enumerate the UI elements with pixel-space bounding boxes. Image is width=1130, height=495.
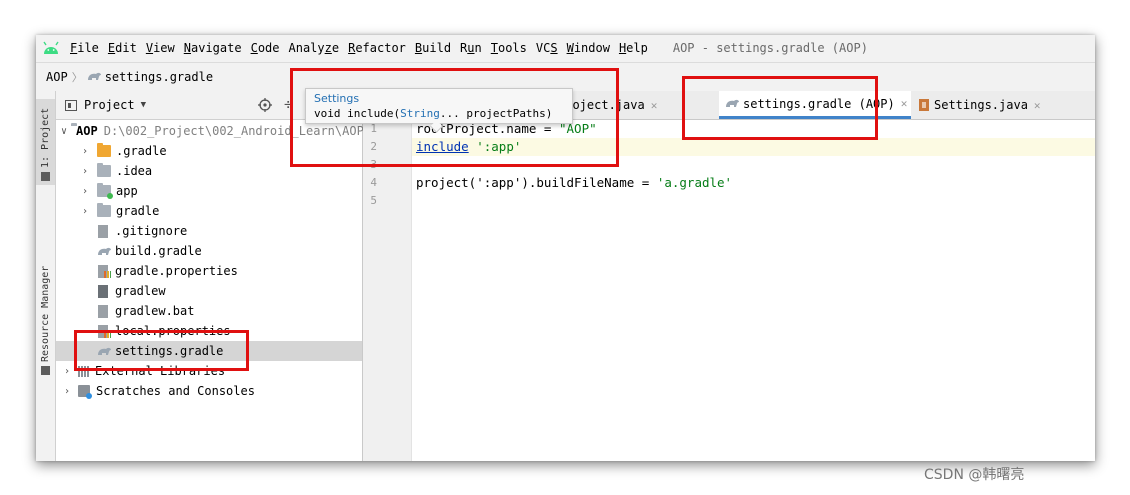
- menu-build[interactable]: Build: [415, 41, 451, 55]
- tree-item-scratches[interactable]: › Scratches and Consoles: [56, 381, 362, 401]
- tree-item-gradle-properties[interactable]: gradle.properties: [56, 261, 362, 281]
- menu-edit[interactable]: Edit: [108, 41, 137, 55]
- gitignore-file-icon: [98, 224, 108, 238]
- chevron-right-icon[interactable]: ›: [79, 206, 91, 217]
- code-text-area[interactable]: rootProject.name = "AOP" include ':app' …: [412, 120, 1095, 461]
- project-view-selector[interactable]: Project: [84, 98, 135, 112]
- breadcrumb-project[interactable]: AOP: [46, 70, 68, 84]
- line-number-gutter: 1 2 3 4 5: [363, 120, 412, 461]
- chevron-right-icon[interactable]: ›: [79, 146, 91, 157]
- menu-help[interactable]: Help: [619, 41, 648, 55]
- android-studio-icon: [43, 41, 59, 54]
- gradle-file-icon: [98, 247, 111, 255]
- menu-analyze[interactable]: Analyze: [289, 41, 340, 55]
- breadcrumb-file-label: settings.gradle: [104, 70, 214, 84]
- chevron-right-icon[interactable]: ›: [79, 166, 91, 177]
- menu-refactor[interactable]: Refactor: [348, 41, 406, 55]
- scratches-icon: [78, 385, 92, 399]
- tree-item-label: .idea: [116, 164, 153, 178]
- resource-manager-label: Resource Manager: [40, 265, 51, 362]
- folder-orange-icon: [97, 143, 111, 157]
- highlight-box-active-tab: [682, 76, 878, 140]
- close-icon[interactable]: ✕: [651, 99, 658, 112]
- folder-icon: [97, 163, 111, 177]
- chevron-right-icon[interactable]: ›: [61, 366, 73, 377]
- menu-vcs[interactable]: VCS: [536, 41, 558, 55]
- tree-item-gradle[interactable]: › gradle: [56, 201, 362, 221]
- locate-file-icon[interactable]: [258, 98, 272, 112]
- close-icon[interactable]: ✕: [901, 97, 908, 110]
- shell-file-icon: [98, 284, 108, 298]
- line-number: 5: [370, 194, 377, 207]
- android-module-icon: [97, 183, 113, 199]
- project-tool-tab[interactable]: 1: Project: [36, 99, 55, 185]
- highlight-box-tooltip: [290, 68, 619, 167]
- tree-item-app[interactable]: › app: [56, 181, 362, 201]
- watermark: CSDN @韩曙亮: [924, 467, 1025, 483]
- menu-tools[interactable]: Tools: [491, 41, 527, 55]
- tree-item-label: gradlew.bat: [115, 304, 195, 318]
- tree-item-gradlew[interactable]: gradlew: [56, 281, 362, 301]
- gradle-file-icon: [87, 72, 101, 80]
- highlight-box-settings-gradle: [74, 330, 249, 371]
- tree-item-gitignore[interactable]: .gitignore: [56, 221, 362, 241]
- properties-file-icon: [98, 264, 111, 278]
- tree-item-label: gradlew: [115, 284, 166, 298]
- menu-file[interactable]: File: [70, 41, 99, 55]
- tree-item-label: gradle: [116, 204, 160, 218]
- close-icon[interactable]: ✕: [1034, 99, 1041, 112]
- tree-item-gradlew-bat[interactable]: gradlew.bat: [56, 301, 362, 321]
- folder-icon: [97, 203, 111, 217]
- tree-item-label: AOP: [76, 124, 98, 138]
- resource-manager-icon: [41, 366, 50, 375]
- java-file-icon: [919, 99, 929, 111]
- tab-label: Settings.java: [934, 98, 1028, 112]
- tab-settings-java[interactable]: Settings.java ✕: [919, 91, 1041, 119]
- line-number: 4: [370, 176, 377, 189]
- project-tab-label: 1: Project: [40, 107, 51, 168]
- code-text: project(':app').buildFileName =: [416, 175, 657, 190]
- tool-window-strip: 1: Project Resource Manager: [36, 91, 56, 461]
- breadcrumb-file[interactable]: settings.gradle: [87, 70, 213, 84]
- tree-item-label: .gradle: [116, 144, 167, 158]
- code-line-4: project(':app').buildFileName = 'a.gradl…: [412, 174, 1095, 192]
- menu-code[interactable]: Code: [251, 41, 280, 55]
- breadcrumb-separator-icon: 〉: [71, 71, 83, 84]
- text-file-icon: [98, 304, 108, 318]
- resource-manager-tab[interactable]: Resource Manager: [36, 249, 55, 379]
- tree-item-label: build.gradle: [115, 244, 202, 258]
- tree-item-label: Scratches and Consoles: [96, 384, 255, 398]
- project-view-icon: [65, 99, 77, 111]
- menu-window[interactable]: Window: [567, 41, 610, 55]
- menu-run[interactable]: Run: [460, 41, 482, 55]
- menu-bar: File Edit View Navigate Code Analyze Ref…: [36, 35, 1095, 61]
- tree-item-label: .gitignore: [115, 224, 188, 238]
- window-title: AOP - settings.gradle (AOP): [672, 41, 868, 55]
- chevron-down-icon[interactable]: ▼: [141, 100, 146, 110]
- menu-view[interactable]: View: [146, 41, 175, 55]
- chevron-down-icon[interactable]: ∨: [61, 126, 67, 137]
- menu-navigate[interactable]: Navigate: [184, 41, 242, 55]
- tree-item-label: app: [116, 184, 138, 198]
- code-string: 'a.gradle': [656, 175, 733, 190]
- project-tab-icon: [41, 172, 50, 181]
- chevron-right-icon[interactable]: ›: [61, 386, 73, 397]
- tree-item-build-gradle[interactable]: build.gradle: [56, 241, 362, 261]
- chevron-right-icon[interactable]: ›: [79, 186, 91, 197]
- code-editor[interactable]: 1 2 3 4 5 rootProject.name = "AOP" inclu…: [363, 120, 1095, 461]
- tree-item-label: gradle.properties: [115, 264, 238, 278]
